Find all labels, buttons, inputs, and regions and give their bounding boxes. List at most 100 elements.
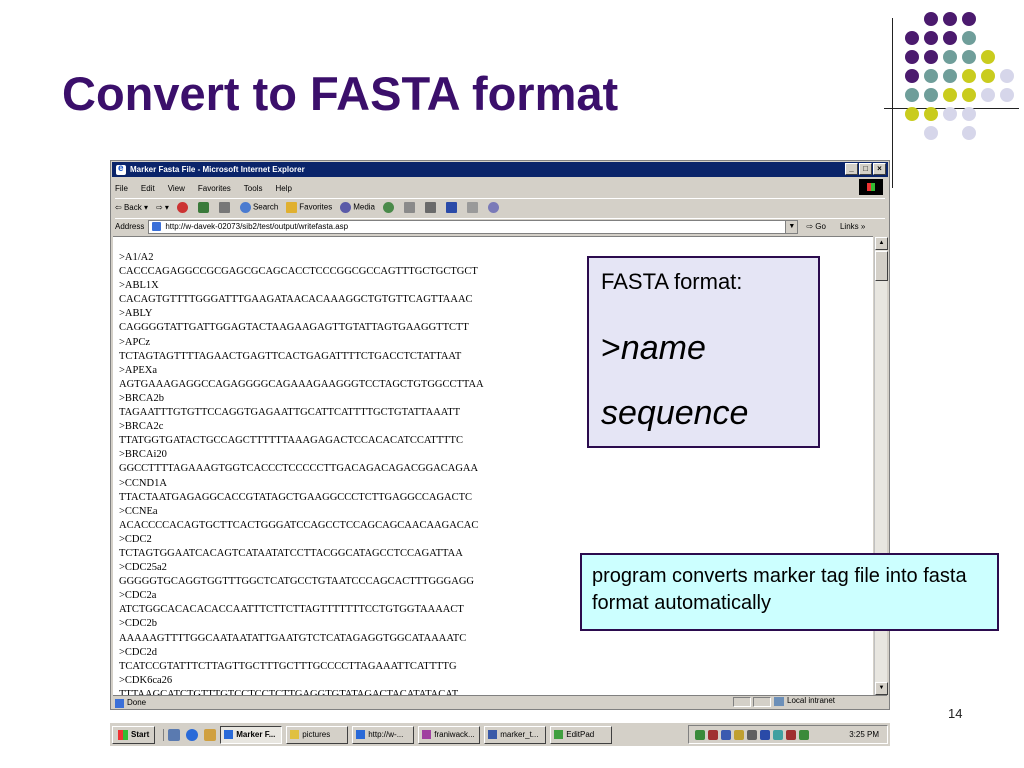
tray-icon[interactable] [773,729,783,740]
decorative-dot [943,50,957,64]
menu-view[interactable]: View [168,184,185,193]
mail-icon[interactable] [404,202,415,213]
go-arrow-icon: ⇨ [806,222,814,231]
decorative-dot [943,88,957,102]
links-button[interactable]: Links » [840,222,865,231]
app-icon [422,730,432,739]
system-tray: 3:25 PM [688,725,888,744]
forward-button[interactable]: ⇨ ▾ [156,203,169,212]
messenger-icon[interactable] [488,202,499,213]
task-button-marker-t[interactable]: marker_t... [484,725,547,744]
tray-icon[interactable] [760,729,770,740]
home-icon[interactable] [218,202,230,213]
back-arrow-icon: ⇦ [115,203,124,212]
fasta-text: >A1/A2 CACCCAGAGGCCGCGAGCGCAGCACCTCCCGGCG… [119,251,484,696]
program-note-callout: program converts marker tag file into fa… [580,553,999,631]
fasta-sequence-line: TAGAATTTGTGTTCCAGGTGAGAATTGCATTCATTTTGCT… [119,407,461,419]
slide-title: Convert to FASTA format [62,67,619,120]
decorative-dot [962,126,976,140]
outlook-icon[interactable] [204,728,217,741]
fasta-sequence-line: AAAAAGTTTTGGCAATAATATTGAATGTCTCATAGAGGTG… [119,632,467,644]
decorative-dot [962,50,976,64]
tray-icon[interactable] [799,729,809,740]
stop-icon[interactable] [176,202,188,213]
decorative-dot [924,12,938,26]
fasta-header-line: >CCNEa [119,505,158,517]
task-button-franiwack[interactable]: franiwack... [418,725,481,744]
status-text: Done [113,698,146,708]
task-button-marker[interactable]: Marker F... [220,725,283,744]
fasta-sequence-line: TCTAGTAGTTTTAGAACTGAGTTCACTGAGATTTTCTGAC… [119,350,462,362]
discuss-icon[interactable] [467,202,478,213]
address-input[interactable]: http://w-davek-02073/sib2/test/output/wr… [148,219,799,234]
ie-task-icon [356,730,366,739]
fasta-format-heading: FASTA format: [601,269,743,294]
browser-titlebar[interactable]: Marker Fasta File - Microsoft Internet E… [112,162,888,177]
scroll-up-icon[interactable]: ▲ [875,237,888,250]
minimize-button[interactable]: _ [845,163,858,175]
maximize-button[interactable]: □ [859,163,872,175]
task-button-pictures[interactable]: pictures [286,725,349,744]
status-panels [733,697,771,707]
menu-edit[interactable]: Edit [141,184,155,193]
ie-quicklaunch-icon[interactable] [186,728,199,741]
decorative-dot [905,31,919,45]
fasta-name-line: >name [601,329,706,367]
fasta-header-line: >CDC2b [119,618,158,630]
tray-icon[interactable] [786,729,796,740]
refresh-icon[interactable] [197,202,209,213]
task-button-editpad[interactable]: EditPad [550,725,613,744]
title-divider-vertical [892,18,893,188]
editpad-icon [554,730,564,739]
tray-icon[interactable] [734,729,744,740]
fasta-sequence-line: GGGGGTGCAGGTGGTTTGGCTCATGCCTGTAATCCCAGCA… [119,576,474,588]
fasta-header-line: >APCz [119,336,151,348]
tray-icon[interactable] [747,729,757,740]
fasta-sequence-line: CACCCAGAGGCCGCGAGCGCAGCACCTCCCGGCGCCAGTT… [119,266,478,278]
fasta-sequence-line: ATCTGGCACACACACCAATTTCTTCTTAGTTTTTTTCCTG… [119,604,464,616]
ie-task-icon [224,730,234,739]
menu-bar: File Edit View Favorites Tools Help [115,180,292,196]
favorites-button[interactable]: Favorites [286,202,332,213]
scrollbar-thumb[interactable] [875,251,888,281]
tray-icon[interactable] [708,729,718,740]
browser-toolbar: ⇦ Back ▾ ⇨ ▾ Search Favorites Media [115,198,885,216]
edit-icon[interactable] [446,202,457,213]
menu-favorites[interactable]: Favorites [198,184,231,193]
search-button[interactable]: Search [239,202,278,213]
decorative-dot [943,107,957,121]
scroll-down-icon[interactable]: ▼ [875,682,888,695]
tray-icon[interactable] [695,729,705,740]
print-icon[interactable] [425,202,436,213]
decorative-dot [962,31,976,45]
clock: 3:25 PM [849,730,879,739]
decorative-dot [1000,69,1014,83]
windows-flag-icon [118,729,128,740]
status-panel [733,697,751,707]
task-button-http[interactable]: http://w-... [352,725,415,744]
chevron-down-icon[interactable]: ▼ [785,220,798,233]
fasta-sequence-line: TCATCCGTATTTCTTAGTTGCTTTGCTTTGCCCCTTAGAA… [119,660,457,672]
decorative-dot [905,107,919,121]
show-desktop-icon[interactable] [168,728,181,741]
menu-tools[interactable]: Tools [244,184,263,193]
media-icon [340,202,352,213]
address-label: Address [115,222,145,231]
menu-help[interactable]: Help [275,184,291,193]
back-button[interactable]: ⇦ Back ▾ [115,203,148,212]
windows-logo-icon [859,179,883,195]
fasta-sequence-line: TTACTAATGAGAGGCACCGTATAGCTGAAGGCCCTCTTGA… [119,491,473,503]
close-button[interactable]: × [873,163,886,175]
start-button[interactable]: Start [112,725,156,744]
fasta-header-line: >ABLY [119,308,153,320]
menu-file[interactable]: File [115,184,128,193]
decorative-dot [943,12,957,26]
history-icon[interactable] [383,202,394,213]
fasta-sequence-line: sequence [601,394,749,432]
media-button[interactable]: Media [340,202,375,213]
tray-icon[interactable] [721,729,731,740]
fasta-sequence-line: TTATGGTGATACTGCCAGCTTTTTTAAAGAGACTCCACAC… [119,435,463,447]
folder-icon [290,730,300,739]
go-button[interactable]: ⇨ Go [806,222,826,231]
fasta-format-callout: FASTA format: >name sequence [587,256,820,448]
